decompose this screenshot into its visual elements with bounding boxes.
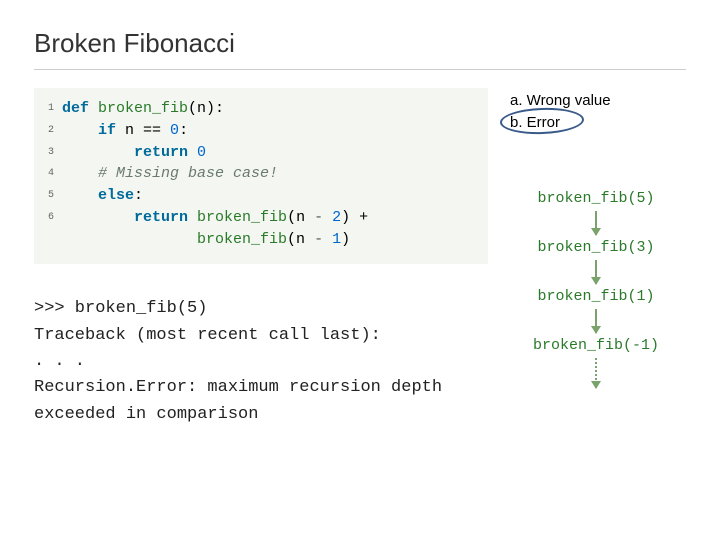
code-text — [323, 209, 332, 226]
call-frame: broken_fib(3) — [537, 239, 654, 256]
code-text: (n): — [188, 100, 224, 117]
kw-if: if — [98, 122, 116, 139]
comment: # Missing base case! — [98, 165, 278, 182]
kw-return: return — [134, 209, 188, 226]
code-text — [323, 231, 332, 248]
slide-title: Broken Fibonacci — [34, 28, 686, 70]
lineno: 3 — [44, 142, 54, 164]
repl-output: >>> broken_fib(5) Traceback (most recent… — [34, 296, 488, 428]
kw-else: else — [98, 187, 134, 204]
choice-a: a. Wrong value — [510, 90, 682, 112]
kw-def: def — [62, 100, 89, 117]
code-text: (n — [287, 209, 314, 226]
arrow-down-icon — [595, 260, 597, 284]
code-block: 1 2 3 4 5 6 def broken_fib(n): if n == 0… — [34, 88, 488, 264]
kw-return: return — [134, 144, 188, 161]
lineno: 2 — [44, 120, 54, 142]
code-lines: def broken_fib(n): if n == 0: return 0 #… — [62, 98, 368, 250]
code-text: (n — [287, 231, 314, 248]
lineno: 6 — [44, 207, 54, 229]
call-frame: broken_fib(5) — [537, 190, 654, 207]
code-text: ) + — [341, 209, 368, 226]
code-text: n == — [116, 122, 170, 139]
fn-call: broken_fib — [197, 209, 287, 226]
call-frame: broken_fib(1) — [537, 288, 654, 305]
call-frame: broken_fib(-1) — [533, 337, 659, 354]
op-minus: - — [314, 209, 323, 226]
code-text: ) — [341, 231, 350, 248]
arrow-down-dotted-icon — [595, 358, 597, 388]
num: 2 — [332, 209, 341, 226]
fn-name: broken_fib — [98, 100, 188, 117]
answer-choices: a. Wrong value b. Error — [506, 88, 686, 136]
op-minus: - — [314, 231, 323, 248]
fn-call: broken_fib — [197, 231, 287, 248]
content-columns: 1 2 3 4 5 6 def broken_fib(n): if n == 0… — [34, 88, 686, 428]
num: 0 — [197, 144, 206, 161]
code-text: : — [134, 187, 143, 204]
arrow-down-icon — [595, 309, 597, 333]
lineno: 4 — [44, 163, 54, 185]
lineno: 5 — [44, 185, 54, 207]
line-numbers: 1 2 3 4 5 6 — [44, 98, 62, 250]
right-column: a. Wrong value b. Error broken_fib(5) br… — [506, 88, 686, 428]
choice-b-label: b. Error — [510, 114, 560, 131]
num: 1 — [332, 231, 341, 248]
left-column: 1 2 3 4 5 6 def broken_fib(n): if n == 0… — [34, 88, 488, 428]
num: 0 — [170, 122, 179, 139]
lineno: 1 — [44, 98, 54, 120]
call-stack: broken_fib(5) broken_fib(3) broken_fib(1… — [506, 188, 686, 390]
choice-b: b. Error — [510, 112, 560, 134]
arrow-down-icon — [595, 211, 597, 235]
code-text: : — [179, 122, 188, 139]
